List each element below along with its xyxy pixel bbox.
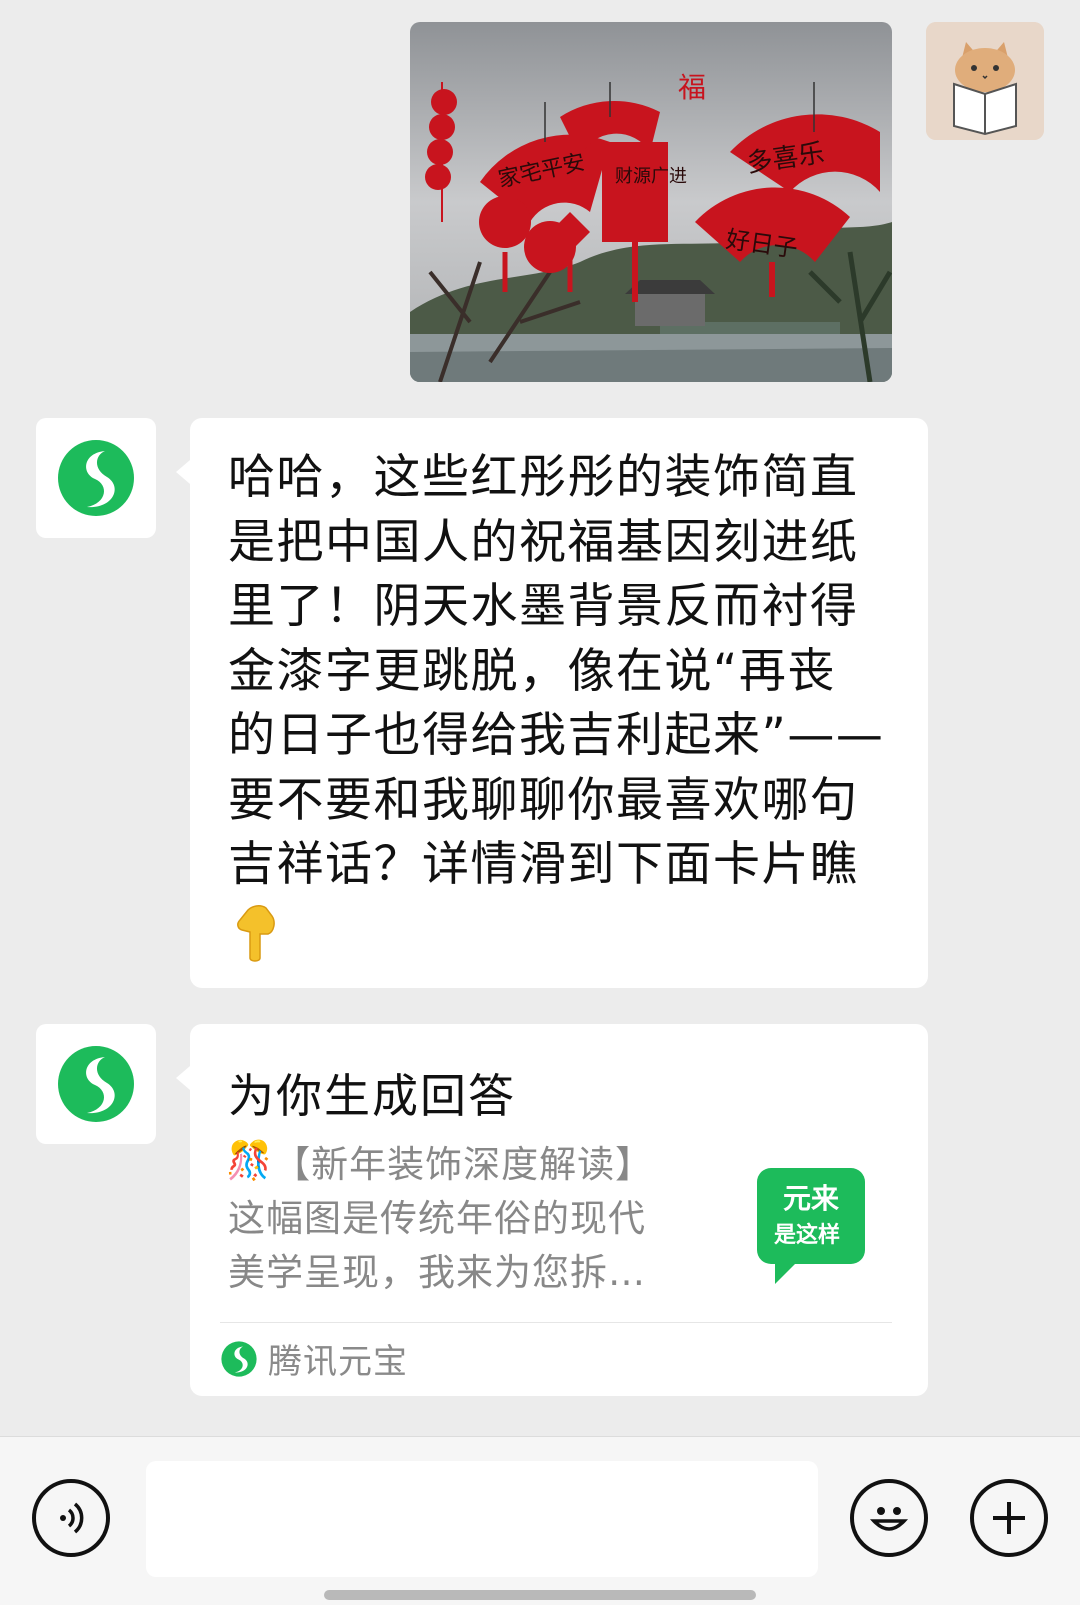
card-header-text: 【新年装饰深度解读】	[273, 1143, 654, 1186]
plus-icon	[993, 1502, 1025, 1534]
smiley-icon	[869, 1507, 909, 1531]
bot-avatar[interactable]	[36, 418, 156, 538]
confetti-emoji: 🎊	[226, 1139, 274, 1182]
chat-area: 福 家宅平安 财源广进 多喜乐 好日子 哈哈，这些红彤彤的装饰简直 是把中国人的…	[0, 0, 1080, 1436]
more-button[interactable]	[970, 1479, 1048, 1557]
card-source[interactable]: 腾讯元宝	[220, 1334, 408, 1383]
card-header: 🎊 【新年装饰深度解读】	[226, 1134, 653, 1188]
thumb-line-2: 是这样	[774, 1222, 840, 1248]
card-source-label: 腾讯元宝	[268, 1342, 408, 1382]
message-input[interactable]	[146, 1461, 818, 1577]
new-year-decorations-photo: 福 家宅平安 财源广进 多喜乐 好日子	[410, 22, 892, 382]
voice-button[interactable]	[32, 1479, 110, 1557]
card-title: 为你生成回答	[228, 1069, 516, 1123]
cat-reading-avatar-icon	[926, 22, 1044, 140]
input-bar	[0, 1436, 1080, 1605]
yuanbao-logo-icon	[58, 440, 134, 516]
bot-avatar-2[interactable]	[36, 1024, 156, 1144]
home-indicator[interactable]	[324, 1590, 756, 1600]
card-description: 这幅图是传统年俗的现代 美学呈现，我来为您拆…	[228, 1197, 646, 1294]
fu-character: 福	[678, 71, 706, 104]
user-photo-message[interactable]: 福 家宅平安 财源广进 多喜乐 好日子	[410, 22, 892, 382]
user-avatar[interactable]	[926, 22, 1044, 140]
thumb-line-1: 元来	[783, 1182, 839, 1215]
yuanbao-logo-icon	[58, 1046, 134, 1122]
bot-message-text: 哈哈，这些红彤彤的装饰简直 是把中国人的祝福基因刻进纸 里了！阴天水墨背景反而衬…	[228, 450, 885, 892]
bot-message-bubble[interactable]: 哈哈，这些红彤彤的装饰简直 是把中国人的祝福基因刻进纸 里了！阴天水墨背景反而衬…	[176, 418, 928, 988]
card-divider	[220, 1322, 892, 1323]
banner-text-2: 财源广进	[615, 166, 687, 187]
yuanbao-small-logo-icon	[221, 1340, 257, 1377]
voice-icon	[60, 1502, 84, 1534]
answer-card[interactable]: 为你生成回答 🎊 【新年装饰深度解读】 这幅图是传统年俗的现代 美学呈现，我来为…	[176, 1024, 928, 1396]
card-thumbnail: 元来 是这样	[755, 1166, 867, 1286]
emoji-button[interactable]	[850, 1479, 928, 1557]
pointing-down-emoji	[234, 902, 928, 966]
